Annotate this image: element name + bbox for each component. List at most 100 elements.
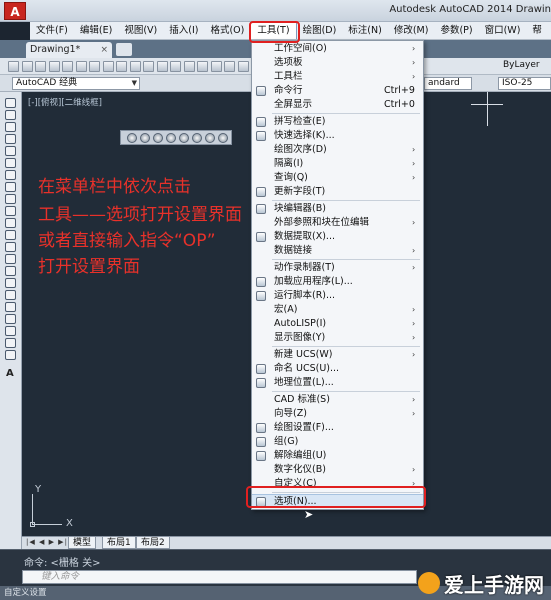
tools-menu-item-23[interactable]: 地理位置(L)...: [252, 376, 423, 390]
tab-model[interactable]: 模型: [68, 537, 97, 549]
tools-menu-item-13[interactable]: 数据提取(X)...: [252, 230, 423, 244]
draw-tool-icon[interactable]: [5, 158, 16, 168]
tools-menu-item-29[interactable]: 数字化仪(B) ›: [252, 463, 423, 477]
tools-menu-item-0[interactable]: 工作空间(O) ›: [252, 42, 423, 56]
tools-menu-item-17[interactable]: 运行脚本(R)...: [252, 289, 423, 303]
toolbar-tool-icon[interactable]: [170, 61, 181, 72]
toolbar-tool-icon[interactable]: [143, 61, 154, 72]
toolbar-tool-icon[interactable]: [197, 61, 208, 72]
new-tab-button[interactable]: [116, 43, 132, 56]
tools-menu-item-20[interactable]: 显示图像(Y) ›: [252, 331, 423, 345]
toolbar-tool-icon[interactable]: [116, 61, 127, 72]
draw-tool-icon[interactable]: [5, 122, 16, 132]
view-orbit-icon[interactable]: [179, 133, 189, 143]
tools-menu-item-4[interactable]: 全屏显示 Ctrl+0: [252, 98, 423, 112]
draw-tool-icon[interactable]: [5, 206, 16, 216]
tools-menu-item-9[interactable]: 查询(Q) ›: [252, 171, 423, 185]
dim-style-select[interactable]: ISO-25: [498, 77, 551, 90]
toolbar-tool-icon[interactable]: [48, 61, 60, 72]
draw-tool-icon[interactable]: [5, 230, 16, 240]
toolbar-tool-icon[interactable]: [8, 61, 19, 72]
menu-item-6[interactable]: 绘图(D): [297, 22, 343, 39]
draw-tool-icon[interactable]: [5, 326, 16, 336]
close-tab-icon[interactable]: ×: [100, 42, 108, 58]
tools-menu-item-16[interactable]: 加载应用程序(L)...: [252, 275, 423, 289]
tools-menu-item-19[interactable]: AutoLISP(I) ›: [252, 317, 423, 331]
draw-tool-icon[interactable]: [5, 290, 16, 300]
tools-menu-item-6[interactable]: 快速选择(K)...: [252, 129, 423, 143]
toolbar-tool-icon[interactable]: [210, 61, 222, 72]
draw-tool-icon[interactable]: [5, 302, 16, 312]
draw-tool-icon[interactable]: [5, 170, 16, 180]
tools-menu-item-15[interactable]: 动作录制器(T) ›: [252, 261, 423, 275]
draw-tool-icon[interactable]: [5, 98, 16, 108]
tools-menu-item-11[interactable]: 块编辑器(B): [252, 202, 423, 216]
draw-tool-icon[interactable]: [5, 218, 16, 228]
menu-item-8[interactable]: 修改(M): [388, 22, 435, 39]
tools-menu-item-12[interactable]: 外部参照和块在位编辑 ›: [252, 216, 423, 230]
draw-tool-icon[interactable]: [5, 134, 16, 144]
menu-item-4[interactable]: 格式(O): [204, 22, 250, 39]
multiline-text-icon[interactable]: A: [6, 368, 14, 379]
view-orbit-icon[interactable]: [127, 133, 137, 143]
tab-layout1[interactable]: 布局1: [102, 537, 136, 549]
tools-menu-item-10[interactable]: 更新字段(T): [252, 185, 423, 199]
menu-item-2[interactable]: 视图(V): [118, 22, 163, 39]
tools-menu-item-1[interactable]: 选项板 ›: [252, 56, 423, 70]
draw-tool-icon[interactable]: [5, 314, 16, 324]
tools-menu-item-26[interactable]: 绘图设置(F)...: [252, 421, 423, 435]
toolbar-tool-icon[interactable]: [156, 61, 168, 72]
tools-menu-item-7[interactable]: 绘图次序(D) ›: [252, 143, 423, 157]
draw-tool-icon[interactable]: [5, 266, 16, 276]
tools-menu-item-25[interactable]: 向导(Z) ›: [252, 407, 423, 421]
menu-item-1[interactable]: 编辑(E): [74, 22, 118, 39]
menu-item-9[interactable]: 参数(P): [434, 22, 478, 39]
menu-item-7[interactable]: 标注(N): [342, 22, 388, 39]
view-orbit-icon[interactable]: [218, 133, 228, 143]
toolbar-tool-icon[interactable]: [21, 61, 33, 72]
tools-menu-item-14[interactable]: 数据链接 ›: [252, 244, 423, 258]
menu-item-10[interactable]: 窗口(W): [479, 22, 527, 39]
menu-item-3[interactable]: 插入(I): [163, 22, 204, 39]
tools-menu-item-3[interactable]: 命令行 Ctrl+9: [252, 84, 423, 98]
draw-tool-icon[interactable]: [5, 242, 16, 252]
tools-menu-item-21[interactable]: 新建 UCS(W) ›: [252, 348, 423, 362]
toolbar-tool-icon[interactable]: [35, 61, 46, 72]
toolbar-tool-icon[interactable]: [75, 61, 87, 72]
draw-tool-icon[interactable]: [5, 278, 16, 288]
toolbar-tool-icon[interactable]: [183, 61, 195, 72]
autocad-logo-icon[interactable]: A: [4, 2, 26, 20]
tools-menu-item-18[interactable]: 宏(A) ›: [252, 303, 423, 317]
tools-menu-item-28[interactable]: 解除编组(U): [252, 449, 423, 463]
draw-tool-icon[interactable]: [5, 194, 16, 204]
menu-item-11[interactable]: 帮: [526, 22, 548, 39]
text-style-select[interactable]: andard: [424, 77, 472, 90]
toolbar-tool-icon[interactable]: [102, 61, 114, 72]
draw-tool-icon[interactable]: [5, 182, 16, 192]
tools-menu-item-24[interactable]: CAD 标准(S) ›: [252, 393, 423, 407]
toolbar-tool-icon[interactable]: [89, 61, 100, 72]
menu-item-0[interactable]: 文件(F): [30, 22, 74, 39]
draw-tool-icon[interactable]: [5, 254, 16, 264]
tools-menu-item-8[interactable]: 隔离(I) ›: [252, 157, 423, 171]
view-orbit-icon[interactable]: [140, 133, 150, 143]
lineweight-select[interactable]: ByLayer: [500, 60, 551, 73]
tools-menu-item-27[interactable]: 组(G): [252, 435, 423, 449]
layout-nav-arrows-icon[interactable]: |◀ ◀ ▶ ▶|: [26, 538, 68, 546]
tools-menu-item-5[interactable]: 拼写检查(E): [252, 115, 423, 129]
tab-drawing1[interactable]: Drawing1* ×: [26, 42, 112, 58]
view-orbit-icon[interactable]: [153, 133, 163, 143]
viewport-controls-label[interactable]: [-][俯视][二维线框]: [28, 96, 102, 108]
toolbar-tool-icon[interactable]: [224, 61, 235, 72]
draw-tool-icon[interactable]: [5, 338, 16, 348]
draw-tool-icon[interactable]: [5, 350, 16, 360]
toolbar-tool-icon[interactable]: [129, 61, 141, 72]
tools-menu-item-22[interactable]: 命名 UCS(U)...: [252, 362, 423, 376]
workspace-select[interactable]: AutoCAD 经典 ▼: [12, 77, 140, 90]
view-orbit-icon[interactable]: [192, 133, 202, 143]
draw-tool-icon[interactable]: [5, 110, 16, 120]
view-orbit-icon[interactable]: [166, 133, 176, 143]
tab-layout2[interactable]: 布局2: [136, 537, 170, 549]
toolbar-tool-icon[interactable]: [62, 61, 73, 72]
view-orbit-icon[interactable]: [205, 133, 215, 143]
